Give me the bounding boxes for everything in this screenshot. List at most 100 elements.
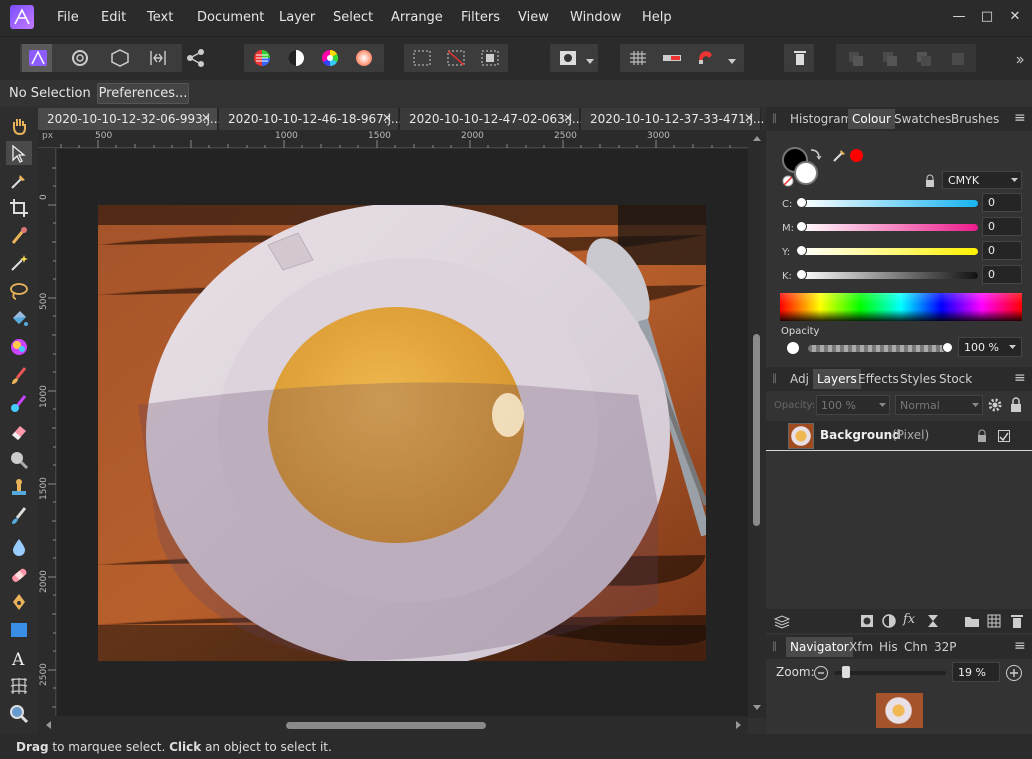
tone-mapping-persona-button[interactable] (142, 44, 172, 72)
zoom-in-icon[interactable] (1005, 664, 1023, 682)
tab-32-bit-preview[interactable]: 32P (934, 640, 957, 654)
preferences-button[interactable]: Preferences... (97, 83, 189, 104)
move-tool[interactable] (6, 141, 32, 165)
zoom-out-icon[interactable] (813, 665, 829, 681)
navigator-thumbnail[interactable] (876, 693, 923, 728)
deselect-button[interactable] (440, 44, 470, 72)
flood-select-tool[interactable] (6, 250, 32, 274)
vertical-scroll-thumb[interactable] (753, 334, 760, 526)
lock-icon[interactable] (922, 173, 938, 189)
artistic-text-tool[interactable]: A (6, 645, 32, 669)
panel-menu-icon[interactable]: ≡ (1014, 110, 1026, 126)
scroll-left-icon[interactable] (44, 720, 52, 730)
folder-icon[interactable] (964, 613, 980, 629)
panel-menu-icon[interactable]: ≡ (1014, 638, 1026, 654)
toolbar-overflow-icon[interactable] (1016, 53, 1024, 67)
tab-layers[interactable]: Layers (813, 369, 861, 389)
close-tab-icon[interactable]: ✕ (563, 111, 573, 125)
cyan-slider-handle[interactable] (796, 197, 807, 208)
layer-opacity-select[interactable]: 100 % (816, 395, 890, 415)
menu-select[interactable]: Select (333, 10, 373, 25)
photo-persona-button[interactable] (22, 44, 52, 72)
tab-brushes[interactable]: Brushes (951, 112, 999, 126)
document-tab[interactable]: 2020-10-10-12-37-33-471.j... ✕ (581, 108, 764, 130)
auto-levels-button[interactable] (246, 44, 276, 72)
snapping-dropdown-icon[interactable] (728, 54, 736, 68)
minimize-button[interactable]: — (946, 6, 972, 28)
maximize-button[interactable]: □ (974, 6, 1000, 28)
panel-menu-icon[interactable]: ≡ (1014, 370, 1026, 386)
tab-channels[interactable]: Chn (904, 640, 928, 654)
close-tab-icon[interactable]: ✕ (382, 111, 392, 125)
mask-layer-icon[interactable] (859, 613, 875, 629)
move-backward-button[interactable] (874, 44, 904, 72)
colour-picker-icon[interactable] (832, 147, 848, 163)
add-pixel-layer-icon[interactable] (986, 613, 1002, 629)
tab-styles[interactable]: Styles (900, 372, 936, 386)
patch-tool[interactable] (6, 562, 32, 586)
healing-brush-tool[interactable] (6, 503, 32, 527)
tab-effects[interactable]: Effects (858, 372, 899, 386)
menu-filters[interactable]: Filters (461, 10, 500, 25)
yellow-slider-handle[interactable] (796, 245, 807, 256)
secondary-colour-swatch[interactable] (794, 161, 818, 185)
magenta-value-field[interactable]: 0 (982, 217, 1022, 236)
select-all-button[interactable] (406, 44, 436, 72)
layer-visibility-checkbox[interactable] (998, 430, 1010, 442)
crop-tool[interactable] (6, 195, 32, 219)
black-slider[interactable] (800, 272, 978, 279)
adjustment-layer-icon[interactable] (881, 613, 897, 629)
rectangle-tool[interactable] (6, 617, 32, 641)
document-tab[interactable]: 2020-10-10-12-46-18-967.j... ✕ (219, 108, 402, 130)
layers-stack-icon[interactable] (774, 613, 790, 629)
erase-brush-tool[interactable] (6, 419, 32, 443)
black-slider-handle[interactable] (796, 269, 807, 280)
tab-navigator[interactable]: Navigator (786, 637, 853, 657)
menu-edit[interactable]: Edit (101, 10, 126, 25)
canvas-area[interactable] (57, 149, 748, 716)
layer-lock-icon[interactable] (976, 429, 988, 443)
tab-swatches[interactable]: Swatches (894, 112, 951, 126)
liquify-persona-button[interactable] (64, 44, 94, 72)
auto-white-balance-button[interactable] (348, 44, 378, 72)
dodge-tool[interactable] (6, 447, 32, 471)
view-tool[interactable] (6, 113, 32, 137)
menu-layer[interactable]: Layer (279, 10, 315, 25)
grid-button[interactable] (622, 44, 652, 72)
menu-file[interactable]: File (57, 10, 79, 25)
freehand-selection-tool[interactable] (6, 278, 32, 302)
picked-colour-swatch[interactable] (850, 149, 863, 162)
move-forward-button[interactable] (908, 44, 938, 72)
auto-contrast-button[interactable] (280, 44, 310, 72)
zoom-slider[interactable] (834, 671, 946, 675)
close-tab-icon[interactable]: ✕ (744, 111, 754, 125)
trash-icon[interactable] (1009, 613, 1025, 629)
quick-mask-dropdown-icon[interactable] (586, 54, 594, 68)
panel-grip-icon[interactable]: ‖ (772, 113, 777, 124)
live-filter-icon[interactable]: fx (903, 612, 915, 627)
color-picker-tool[interactable] (6, 168, 32, 192)
menu-document[interactable]: Document (197, 10, 264, 25)
paint-brush-tool[interactable] (6, 363, 32, 387)
yellow-slider[interactable] (800, 248, 978, 255)
zoom-tool[interactable] (6, 701, 32, 725)
pen-tool[interactable] (6, 589, 32, 613)
layer-row[interactable]: Background (Pixel) (766, 421, 1032, 451)
swap-colours-icon[interactable] (808, 147, 822, 161)
menu-view[interactable]: View (518, 10, 549, 25)
document-tab[interactable]: 2020-10-10-12-47-02-063.j... ✕ (400, 108, 583, 130)
selection-brush-tool[interactable] (6, 223, 32, 247)
tab-adjustments[interactable]: Adj (790, 372, 809, 386)
vertical-scrollbar[interactable] (748, 130, 766, 718)
opacity-value-field[interactable]: 100 % (958, 337, 1022, 357)
blur-brush-tool[interactable] (6, 534, 32, 558)
document-tab[interactable]: 2020-10-10-12-32-06-993.j... ✕ (38, 108, 221, 130)
colour-model-select[interactable]: CMYK (942, 171, 1022, 189)
magenta-slider[interactable] (800, 224, 978, 231)
clone-brush-tool[interactable] (6, 475, 32, 499)
move-to-front-button[interactable] (942, 44, 972, 72)
colour-spectrum[interactable] (780, 293, 1022, 321)
scroll-up-icon[interactable] (752, 134, 762, 142)
opacity-slider-handle[interactable] (942, 342, 953, 353)
opacity-slider[interactable] (808, 345, 948, 352)
